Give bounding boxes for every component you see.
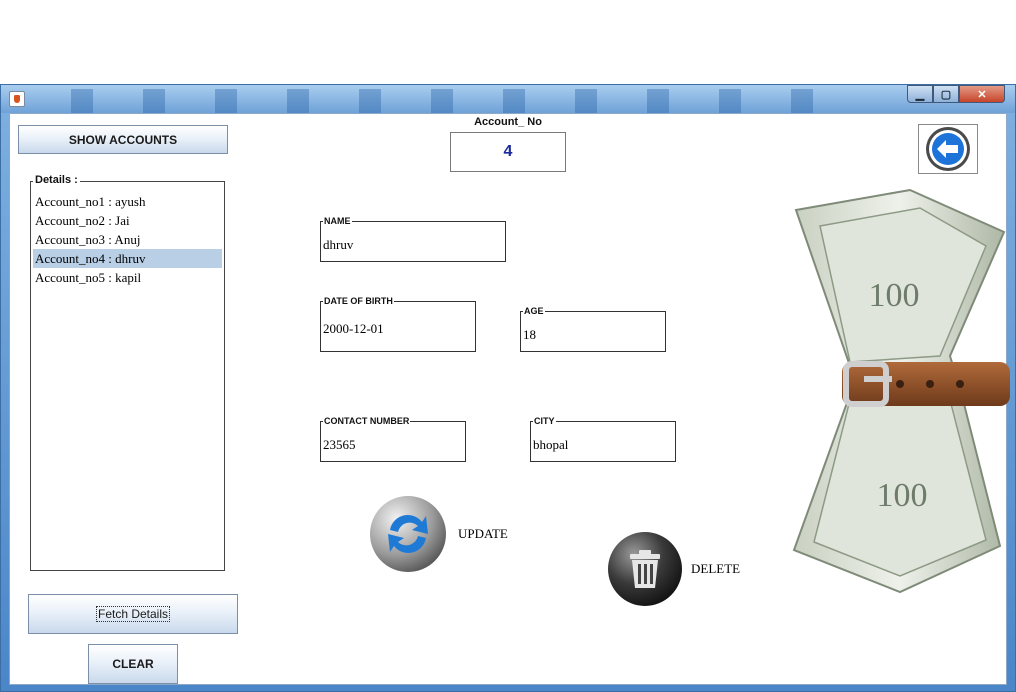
money-belt-illustration: 100 100 <box>790 186 1010 594</box>
list-item[interactable]: Account_no3 : Anuj <box>33 230 222 249</box>
account-no-label: Account_ No <box>474 116 542 128</box>
contact-number-field-title: CONTACT NUMBER <box>323 415 411 427</box>
clear-button[interactable]: CLEAR <box>88 644 178 684</box>
account-no-field[interactable]: 4 <box>450 132 566 172</box>
name-field[interactable]: NAME dhruv <box>320 215 506 262</box>
fetch-details-button[interactable]: Fetch Details <box>28 594 238 634</box>
accounts-list[interactable]: Account_no1 : ayush Account_no2 : Jai Ac… <box>33 192 222 287</box>
city-field-value: bhopal <box>533 437 569 452</box>
details-title: Details : <box>33 174 80 186</box>
city-field[interactable]: CITY bhopal <box>530 415 676 462</box>
java-app-icon <box>9 91 25 107</box>
contact-number-field-value: 23565 <box>323 437 356 452</box>
details-list-panel: Details : Account_no1 : ayush Account_no… <box>30 174 225 571</box>
list-item[interactable]: Account_no1 : ayush <box>33 192 222 211</box>
age-field[interactable]: AGE 18 <box>520 305 666 352</box>
title-bar[interactable]: ▁ ▢ ✕ <box>1 85 1015 113</box>
contact-number-field[interactable]: CONTACT NUMBER 23565 <box>320 415 466 462</box>
list-item-selected[interactable]: Account_no4 : dhruv <box>33 249 222 268</box>
minimize-icon[interactable]: ▁ <box>907 85 933 103</box>
svg-text:100: 100 <box>869 277 920 314</box>
age-field-value: 18 <box>523 327 536 342</box>
show-accounts-button[interactable]: SHOW ACCOUNTS <box>18 125 228 154</box>
list-item[interactable]: Account_no5 : kapil <box>33 268 222 287</box>
delete-label[interactable]: DELETE <box>691 561 740 577</box>
list-item[interactable]: Account_no2 : Jai <box>33 211 222 230</box>
close-icon[interactable]: ✕ <box>959 85 1005 103</box>
name-field-value: dhruv <box>323 237 354 252</box>
age-field-title: AGE <box>523 305 545 317</box>
delete-button[interactable] <box>606 530 684 608</box>
dob-field-title: DATE OF BIRTH <box>323 295 394 307</box>
dob-field[interactable]: DATE OF BIRTH 2000-12-01 <box>320 295 476 352</box>
back-button[interactable] <box>918 124 978 174</box>
dob-field-value: 2000-12-01 <box>323 321 384 336</box>
update-button[interactable] <box>368 494 448 574</box>
back-arrow-icon <box>926 127 970 171</box>
window-controls: ▁ ▢ ✕ <box>907 85 1005 105</box>
maximize-icon[interactable]: ▢ <box>933 85 959 103</box>
svg-text:100: 100 <box>877 477 928 514</box>
update-label[interactable]: UPDATE <box>458 526 508 542</box>
name-field-title: NAME <box>323 215 352 227</box>
refresh-icon <box>370 496 446 572</box>
fetch-details-label: Fetch Details <box>95 606 171 622</box>
title-bar-background <box>31 89 831 113</box>
trash-icon <box>608 532 682 606</box>
city-field-title: CITY <box>533 415 556 427</box>
